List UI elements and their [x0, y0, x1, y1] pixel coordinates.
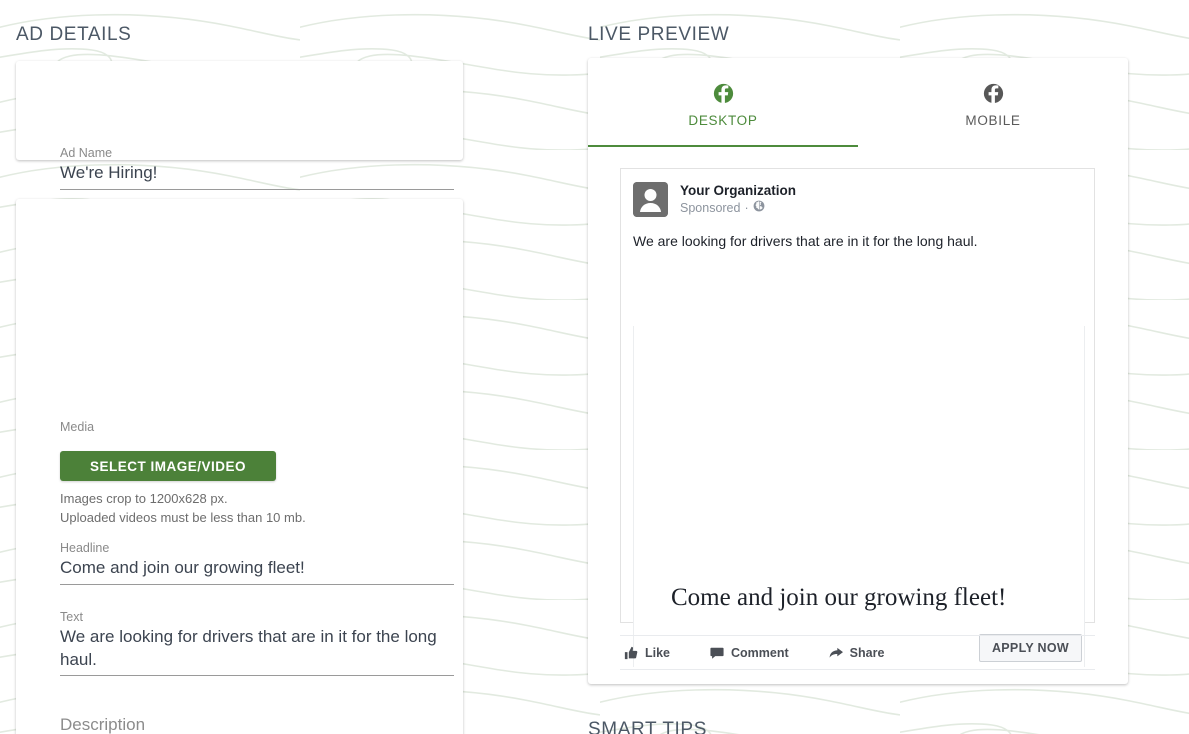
tab-mobile[interactable]: MOBILE — [858, 58, 1128, 147]
media-hint-image-size: Images crop to 1200x628 px. — [60, 491, 228, 506]
avatar-placeholder-icon — [633, 182, 668, 217]
text-value[interactable]: We are looking for drivers that are in i… — [60, 626, 440, 675]
description-field[interactable]: Description — [60, 715, 454, 734]
preview-tabs: DESKTOP MOBILE — [588, 58, 1128, 147]
description-placeholder[interactable]: Description — [60, 715, 454, 734]
share-arrow-icon — [829, 646, 843, 660]
avatar — [633, 182, 668, 217]
tab-desktop-label: DESKTOP — [688, 113, 758, 128]
media-label: Media — [60, 420, 95, 434]
globe-icon — [753, 200, 765, 215]
comment-action[interactable]: Comment — [710, 646, 789, 660]
text-field[interactable]: Text We are looking for drivers that are… — [60, 610, 454, 677]
ad-name-underline — [60, 188, 454, 190]
like-action[interactable]: Like — [624, 646, 670, 660]
live-preview-card: DESKTOP MOBILE Your Organization Sponsor… — [588, 58, 1128, 684]
post-actions-bar: Like Comment Share — [620, 635, 1095, 670]
media-hint-video-size: Uploaded videos must be less than 10 mb. — [60, 510, 306, 525]
text-label: Text — [60, 610, 83, 624]
ad-builder-page: AD DETAILS Ad Name We're Hiring! Media S… — [0, 0, 1189, 734]
headline-underline — [60, 583, 454, 585]
live-preview-section-title: LIVE PREVIEW — [588, 24, 730, 45]
headline-label: Headline — [60, 541, 110, 555]
post-body-text: We are looking for drivers that are in i… — [633, 233, 978, 249]
ad-name-value[interactable]: We're Hiring! — [60, 162, 454, 189]
like-label: Like — [645, 645, 671, 660]
post-header: Your Organization Sponsored · — [621, 169, 1094, 217]
text-underline — [60, 675, 454, 677]
ad-details-section-title: AD DETAILS — [16, 24, 132, 45]
facebook-icon — [713, 83, 734, 104]
post-header-text: Your Organization Sponsored · — [680, 182, 796, 215]
post-sponsored-separator: · — [744, 200, 749, 215]
smart-tips-section-title: SMART TIPS — [588, 719, 707, 734]
thumbs-up-icon — [624, 646, 638, 660]
ad-name-field[interactable]: Ad Name We're Hiring! — [60, 146, 454, 190]
ad-content-card: Media SELECT IMAGE/VIDEO Images crop to … — [16, 199, 463, 734]
post-sponsored-label: Sponsored — [680, 200, 741, 215]
ad-name-card: Ad Name We're Hiring! — [16, 61, 463, 190]
facebook-post-preview: Your Organization Sponsored · We are loo… — [620, 168, 1095, 667]
comment-bubble-icon — [710, 646, 724, 660]
headline-value[interactable]: Come and join our growing fleet! — [60, 557, 454, 584]
post-sponsored-row: Sponsored · — [680, 200, 796, 215]
comment-label: Comment — [731, 645, 789, 660]
post-org-name: Your Organization — [680, 183, 797, 198]
ad-name-label: Ad Name — [60, 146, 113, 160]
select-image-video-button[interactable]: SELECT IMAGE/VIDEO — [60, 451, 276, 481]
share-action[interactable]: Share — [829, 645, 885, 660]
tab-mobile-label: MOBILE — [965, 113, 1021, 128]
headline-field[interactable]: Headline Come and join our growing fleet… — [60, 541, 454, 585]
tab-desktop[interactable]: DESKTOP — [588, 58, 858, 147]
post-media-placeholder — [633, 326, 1085, 667]
post-headline: Come and join our growing fleet! — [671, 584, 1007, 611]
share-label: Share — [849, 645, 885, 660]
facebook-icon — [983, 83, 1004, 104]
